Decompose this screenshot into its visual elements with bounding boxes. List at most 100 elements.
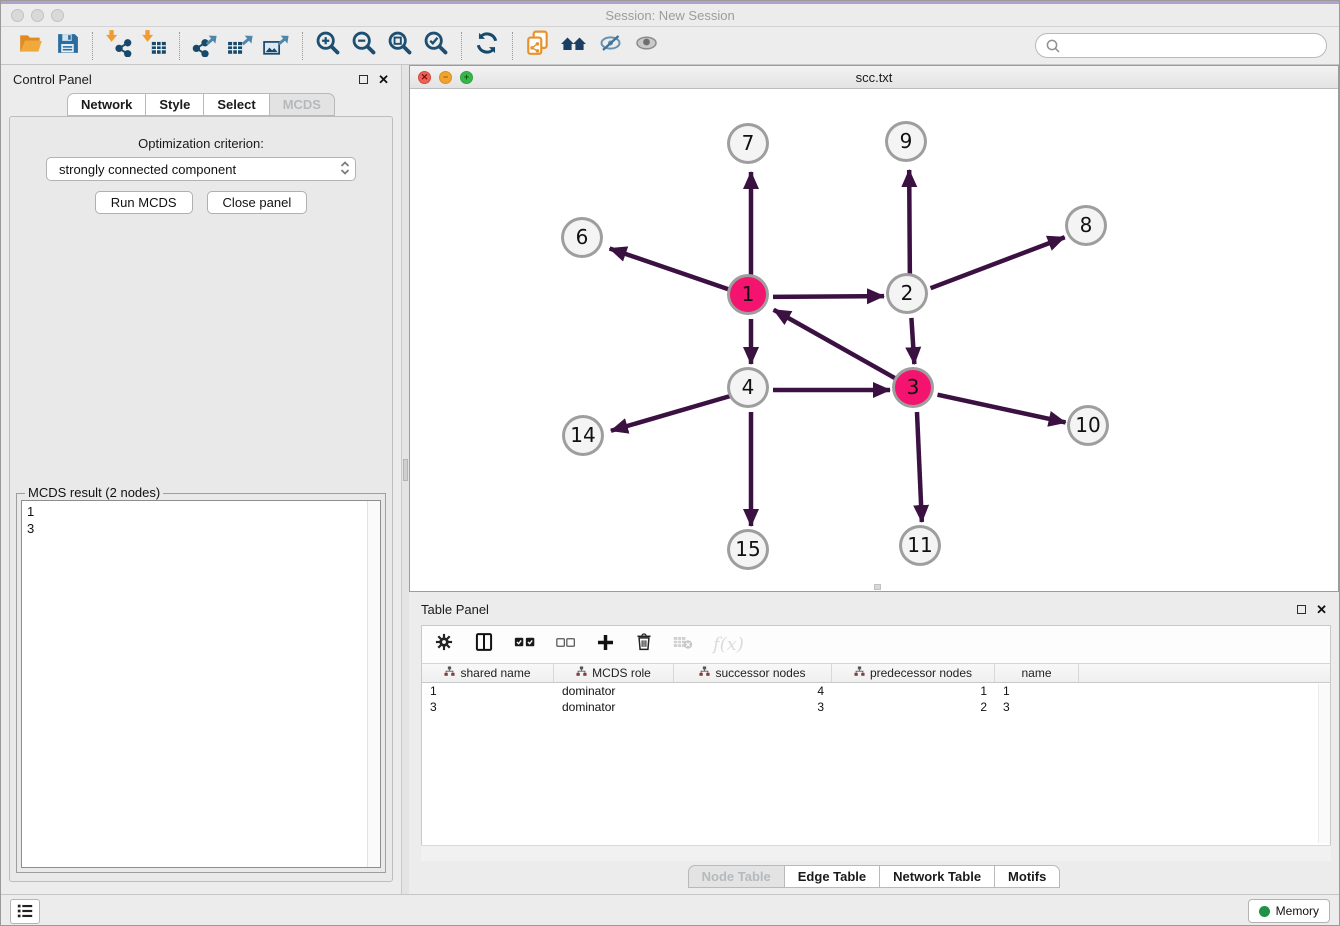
export-network-button[interactable] <box>187 31 223 61</box>
graph-node-1[interactable]: 1 <box>727 274 769 315</box>
columns-button[interactable] <box>474 632 494 657</box>
add-icon <box>596 633 615 657</box>
tab-motifs[interactable]: Motifs <box>994 865 1060 888</box>
table-tabs: Node TableEdge TableNetwork TableMotifs <box>409 865 1339 888</box>
column-header-shared-name[interactable]: shared name <box>422 664 554 682</box>
edge-1-2[interactable] <box>773 296 884 297</box>
save-session-button[interactable] <box>49 31 85 61</box>
graph-node-9[interactable]: 9 <box>885 121 927 162</box>
graph-node-8[interactable]: 8 <box>1065 205 1107 246</box>
table-vertical-scrollbar[interactable] <box>1318 684 1330 843</box>
edge-3-10[interactable] <box>937 395 1065 423</box>
optimization-dropdown[interactable]: strongly connected component <box>46 157 356 181</box>
float-panel-icon[interactable] <box>359 75 368 84</box>
edge-2-8[interactable] <box>931 237 1065 288</box>
deselect-all-button[interactable] <box>556 636 576 654</box>
search-input[interactable] <box>1066 39 1317 53</box>
panel-divider[interactable] <box>401 65 409 894</box>
tab-network-table[interactable]: Network Table <box>879 865 995 888</box>
shared-column-icon <box>444 666 455 680</box>
graph-node-2[interactable]: 2 <box>886 273 928 314</box>
graph-node-11[interactable]: 11 <box>899 525 941 566</box>
mcds-result-list[interactable]: 13 <box>21 500 381 868</box>
network-canvas[interactable]: 7 9 6 8 1 2 4 3 14 10 15 11 <box>410 89 1338 590</box>
delete-table-icon <box>673 634 693 655</box>
columns-icon <box>474 632 494 657</box>
tab-style[interactable]: Style <box>145 93 204 116</box>
zoom-out-button[interactable] <box>346 31 382 61</box>
list-icon <box>15 902 35 920</box>
refresh-layout-button[interactable] <box>469 31 505 61</box>
select-all-icon <box>514 635 536 654</box>
select-all-button[interactable] <box>514 635 536 654</box>
table-panel-header: Table Panel ✕ <box>409 595 1339 623</box>
close-panel-button[interactable]: Close panel <box>207 191 308 214</box>
add-button[interactable] <box>596 633 615 657</box>
table-row[interactable]: 1dominator411 <box>422 683 1330 699</box>
table-horizontal-scrollbar[interactable] <box>421 845 1331 861</box>
hide-panel-button[interactable] <box>592 31 628 61</box>
close-table-panel-icon[interactable]: ✕ <box>1316 603 1327 616</box>
delete-table-button <box>673 634 693 655</box>
tab-select[interactable]: Select <box>203 93 269 116</box>
delete-button[interactable] <box>635 632 653 657</box>
table-row[interactable]: 3dominator323 <box>422 699 1330 715</box>
edge-1-6[interactable] <box>610 248 731 289</box>
column-header-MCDS-role[interactable]: MCDS role <box>554 664 674 682</box>
tab-edge-table[interactable]: Edge Table <box>784 865 880 888</box>
edge-3-11[interactable] <box>917 412 922 522</box>
graph-node-7[interactable]: 7 <box>727 123 769 164</box>
settings-icon <box>434 632 454 657</box>
edge-2-9[interactable] <box>909 170 910 274</box>
graph-node-6[interactable]: 6 <box>561 217 603 258</box>
float-table-panel-icon[interactable] <box>1297 605 1306 614</box>
mcds-result-node: 3 <box>22 520 380 537</box>
toolbar-divider <box>512 32 513 60</box>
function-builder-icon: f(x) <box>713 634 744 655</box>
memory-label: Memory <box>1276 904 1319 918</box>
zoom-in-icon <box>315 30 342 62</box>
zoom-in-button[interactable] <box>310 31 346 61</box>
deselect-all-icon <box>556 636 576 654</box>
graph-node-15[interactable]: 15 <box>727 529 769 570</box>
zoom-selected-button[interactable] <box>418 31 454 61</box>
tab-node-table[interactable]: Node Table <box>688 865 785 888</box>
close-panel-icon[interactable]: ✕ <box>378 73 389 86</box>
tab-mcds[interactable]: MCDS <box>269 93 335 116</box>
divider-handle-icon[interactable] <box>403 459 408 481</box>
import-table-button[interactable] <box>136 31 172 61</box>
home-button[interactable] <box>556 31 592 61</box>
graph-node-14[interactable]: 14 <box>562 415 604 456</box>
clone-network-button[interactable] <box>520 31 556 61</box>
import-network-button[interactable] <box>100 31 136 61</box>
control-panel-tabs: NetworkStyleSelectMCDS <box>1 93 401 116</box>
node-table-container: f(x) shared nameMCDS rolesuccessor nodes… <box>421 625 1331 861</box>
settings-button[interactable] <box>434 632 454 657</box>
export-table-button[interactable] <box>223 31 259 61</box>
graph-node-10[interactable]: 10 <box>1067 405 1109 446</box>
zoom-fit-button[interactable] <box>382 31 418 61</box>
graph-node-3[interactable]: 3 <box>892 367 934 408</box>
delete-icon <box>635 632 653 657</box>
application-window: Session: New Session Control Panel ✕ Net… <box>0 0 1340 926</box>
table-panel-title: Table Panel <box>421 602 489 617</box>
resize-handle-icon[interactable] <box>874 584 881 590</box>
export-image-button[interactable] <box>259 31 295 61</box>
run-mcds-button[interactable]: Run MCDS <box>95 191 193 214</box>
show-panel-button[interactable] <box>628 31 664 61</box>
memory-button[interactable]: Memory <box>1248 899 1330 923</box>
toolbar-divider <box>302 32 303 60</box>
edge-3-1[interactable] <box>774 310 897 379</box>
edge-2-3[interactable] <box>911 318 914 364</box>
column-header-predecessor-nodes[interactable]: predecessor nodes <box>832 664 995 682</box>
graph-node-4[interactable]: 4 <box>727 367 769 408</box>
import-network-icon <box>104 29 132 62</box>
search-box[interactable] <box>1035 33 1327 58</box>
open-session-button[interactable] <box>13 31 49 61</box>
column-header-successor-nodes[interactable]: successor nodes <box>674 664 832 682</box>
tab-network[interactable]: Network <box>67 93 146 116</box>
edge-4-14[interactable] <box>611 396 730 431</box>
result-scrollbar[interactable] <box>367 501 380 867</box>
column-header-name[interactable]: name <box>995 664 1079 682</box>
task-history-button[interactable] <box>10 899 40 924</box>
